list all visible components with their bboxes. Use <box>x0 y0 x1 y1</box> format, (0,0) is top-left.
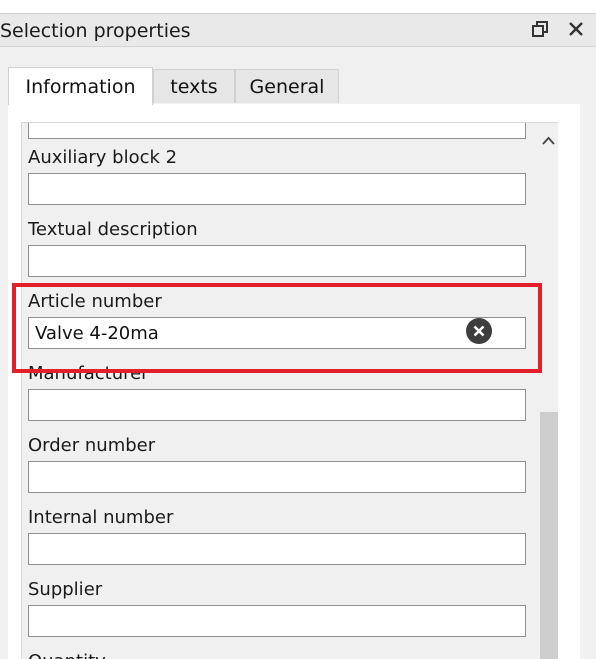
supplier-label: Supplier <box>28 579 103 600</box>
quantity-label: Quantity <box>28 651 106 659</box>
textual-description-input[interactable] <box>28 245 526 277</box>
supplier-input[interactable] <box>28 605 526 637</box>
order-number-input[interactable] <box>28 461 526 493</box>
article-number-input[interactable] <box>28 317 526 349</box>
close-icon[interactable] <box>565 18 587 40</box>
panel-titlebar: Selection properties <box>0 14 596 47</box>
tab-information[interactable]: Information <box>8 67 153 105</box>
top-strip <box>0 0 596 14</box>
tab-content-panel: Auxiliary block 2 Textual description Ar… <box>8 104 580 659</box>
textual-description-label: Textual description <box>28 219 198 240</box>
restore-window-icon[interactable] <box>529 18 551 40</box>
clear-x-circle-icon[interactable] <box>466 318 492 344</box>
panel-title: Selection properties <box>0 20 191 42</box>
auxiliary-block-2-input[interactable] <box>28 173 526 205</box>
fields-scroll-area: Auxiliary block 2 Textual description Ar… <box>21 122 558 659</box>
tab-general[interactable]: General <box>235 69 339 103</box>
tab-texts[interactable]: texts <box>153 69 235 103</box>
order-number-label: Order number <box>28 435 156 456</box>
article-number-label: Article number <box>28 291 162 312</box>
vertical-scrollbar[interactable] <box>539 123 558 659</box>
internal-number-label: Internal number <box>28 507 174 528</box>
manufacturer-input[interactable] <box>28 389 526 421</box>
chevron-up-icon[interactable] <box>539 131 558 151</box>
auxiliary-block-2-label: Auxiliary block 2 <box>28 147 178 168</box>
manufacturer-label: Manufacturer <box>28 363 149 384</box>
previous-field-input[interactable] <box>28 123 526 139</box>
scrollbar-thumb[interactable] <box>540 412 558 659</box>
internal-number-input[interactable] <box>28 533 526 565</box>
